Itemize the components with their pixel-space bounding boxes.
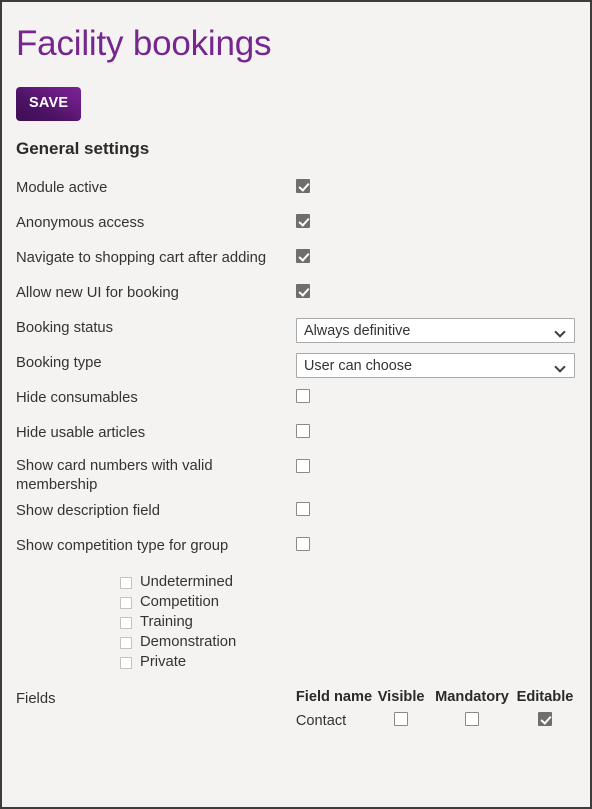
setting-label: Booking type bbox=[16, 355, 102, 372]
checkbox-hide-usable-articles[interactable] bbox=[296, 424, 310, 439]
field-editable-cell bbox=[514, 709, 576, 730]
setting-row-booking-status: Booking status Always definitive bbox=[12, 312, 576, 347]
setting-row-navigate-to-cart: Navigate to shopping cart after adding bbox=[12, 242, 576, 277]
setting-row-show-card-numbers: Show card numbers with valid membership bbox=[12, 452, 576, 495]
fields-table: Field name Visible Mandatory Editable Co… bbox=[296, 689, 576, 730]
competition-type-label: Demonstration bbox=[140, 634, 237, 651]
competition-type-item-training[interactable]: Training bbox=[120, 613, 576, 633]
setting-label: Hide consumables bbox=[16, 390, 138, 407]
setting-control: Always definitive bbox=[296, 312, 576, 344]
select-booking-status[interactable]: Always definitive bbox=[296, 318, 575, 344]
setting-control bbox=[296, 495, 576, 516]
setting-control bbox=[296, 452, 576, 474]
checkbox-hide-consumables[interactable] bbox=[296, 389, 310, 404]
checkbox-competition-type-undetermined[interactable] bbox=[120, 576, 132, 589]
setting-control bbox=[296, 530, 576, 551]
save-button[interactable]: SAVE bbox=[16, 87, 82, 121]
checkbox-module-active[interactable] bbox=[296, 179, 310, 194]
checkbox-show-description-field[interactable] bbox=[296, 501, 310, 516]
checkbox-navigate-to-cart[interactable] bbox=[296, 249, 310, 264]
checkbox-competition-type-private[interactable] bbox=[120, 656, 132, 669]
table-row: Contact bbox=[296, 709, 576, 730]
setting-label: Allow new UI for booking bbox=[16, 285, 179, 302]
column-header-editable: Editable bbox=[516, 688, 574, 705]
competition-type-label: Competition bbox=[140, 594, 219, 611]
checkbox-competition-type-training[interactable] bbox=[120, 616, 132, 629]
fields-table-header-row: Field name Visible Mandatory Editable bbox=[296, 689, 576, 709]
setting-control bbox=[296, 242, 576, 264]
save-button-container: SAVE bbox=[12, 63, 576, 121]
select-booking-status-value: Always definitive bbox=[304, 323, 411, 340]
chevron-down-icon bbox=[556, 363, 565, 368]
competition-type-label: Training bbox=[140, 614, 193, 631]
select-booking-type-value: User can choose bbox=[304, 358, 412, 375]
general-settings-heading: General settings bbox=[16, 138, 150, 158]
setting-row-allow-new-ui: Allow new UI for booking bbox=[12, 277, 576, 312]
competition-type-item-private[interactable]: Private bbox=[120, 653, 576, 673]
general-settings-list: Module active Anonymous access Navigate … bbox=[12, 159, 576, 565]
competition-type-list: Undetermined Competition Training Demons… bbox=[12, 565, 576, 673]
column-header-mandatory: Mandatory bbox=[435, 688, 509, 705]
competition-type-label: Private bbox=[140, 654, 187, 671]
setting-control bbox=[296, 382, 576, 404]
checkbox-anonymous-access[interactable] bbox=[296, 214, 310, 229]
setting-label: Anonymous access bbox=[16, 215, 145, 232]
checkbox-competition-type-competition[interactable] bbox=[120, 596, 132, 609]
setting-label: Show card numbers with valid membership bbox=[16, 458, 213, 494]
setting-label: Navigate to shopping cart after adding bbox=[16, 250, 267, 267]
setting-label: Booking status bbox=[16, 320, 114, 337]
page-title: Facility bookings bbox=[16, 24, 272, 63]
field-name-cell: Contact bbox=[295, 712, 347, 729]
checkbox-contact-visible[interactable] bbox=[394, 711, 409, 726]
setting-control: User can choose bbox=[296, 347, 576, 379]
select-booking-type[interactable]: User can choose bbox=[296, 353, 575, 379]
setting-label: Show competition type for group bbox=[16, 537, 229, 554]
competition-type-item-competition[interactable]: Competition bbox=[120, 593, 576, 613]
setting-row-hide-consumables: Hide consumables bbox=[12, 382, 576, 417]
setting-label: Show description field bbox=[16, 502, 160, 519]
setting-row-anonymous-access: Anonymous access bbox=[12, 207, 576, 242]
setting-control bbox=[296, 207, 576, 229]
fields-label: Fields bbox=[16, 690, 56, 707]
column-header-visible: Visible bbox=[377, 688, 425, 705]
page-inner: Facility bookings SAVE General settings … bbox=[2, 2, 590, 730]
chevron-down-icon bbox=[556, 328, 565, 333]
checkbox-show-competition-type[interactable] bbox=[296, 536, 310, 551]
setting-control bbox=[296, 277, 576, 299]
checkbox-competition-type-demonstration[interactable] bbox=[120, 636, 132, 649]
setting-row-hide-usable-articles: Hide usable articles bbox=[12, 417, 576, 452]
setting-control bbox=[296, 417, 576, 439]
setting-row-booking-type: Booking type User can choose bbox=[12, 347, 576, 382]
field-visible-cell bbox=[372, 709, 430, 730]
checkbox-allow-new-ui[interactable] bbox=[296, 284, 310, 299]
setting-row-show-description-field: Show description field bbox=[12, 495, 576, 530]
setting-label: Hide usable articles bbox=[16, 425, 146, 442]
setting-control bbox=[296, 172, 576, 194]
setting-label: Module active bbox=[16, 180, 108, 197]
competition-type-item-undetermined[interactable]: Undetermined bbox=[120, 573, 576, 593]
column-header-field-name: Field name bbox=[295, 688, 373, 705]
setting-row-module-active: Module active bbox=[12, 172, 576, 207]
checkbox-show-card-numbers[interactable] bbox=[296, 459, 310, 474]
checkbox-contact-editable[interactable] bbox=[538, 711, 552, 726]
settings-page: Facility bookings SAVE General settings … bbox=[0, 0, 592, 809]
competition-type-label: Undetermined bbox=[140, 574, 233, 591]
fields-section: Fields Field name Visible Mandatory Edit… bbox=[12, 673, 576, 730]
setting-row-show-competition-type: Show competition type for group bbox=[12, 530, 576, 565]
field-mandatory-cell bbox=[430, 709, 514, 730]
competition-type-item-demonstration[interactable]: Demonstration bbox=[120, 633, 576, 653]
checkbox-contact-mandatory[interactable] bbox=[465, 711, 480, 726]
